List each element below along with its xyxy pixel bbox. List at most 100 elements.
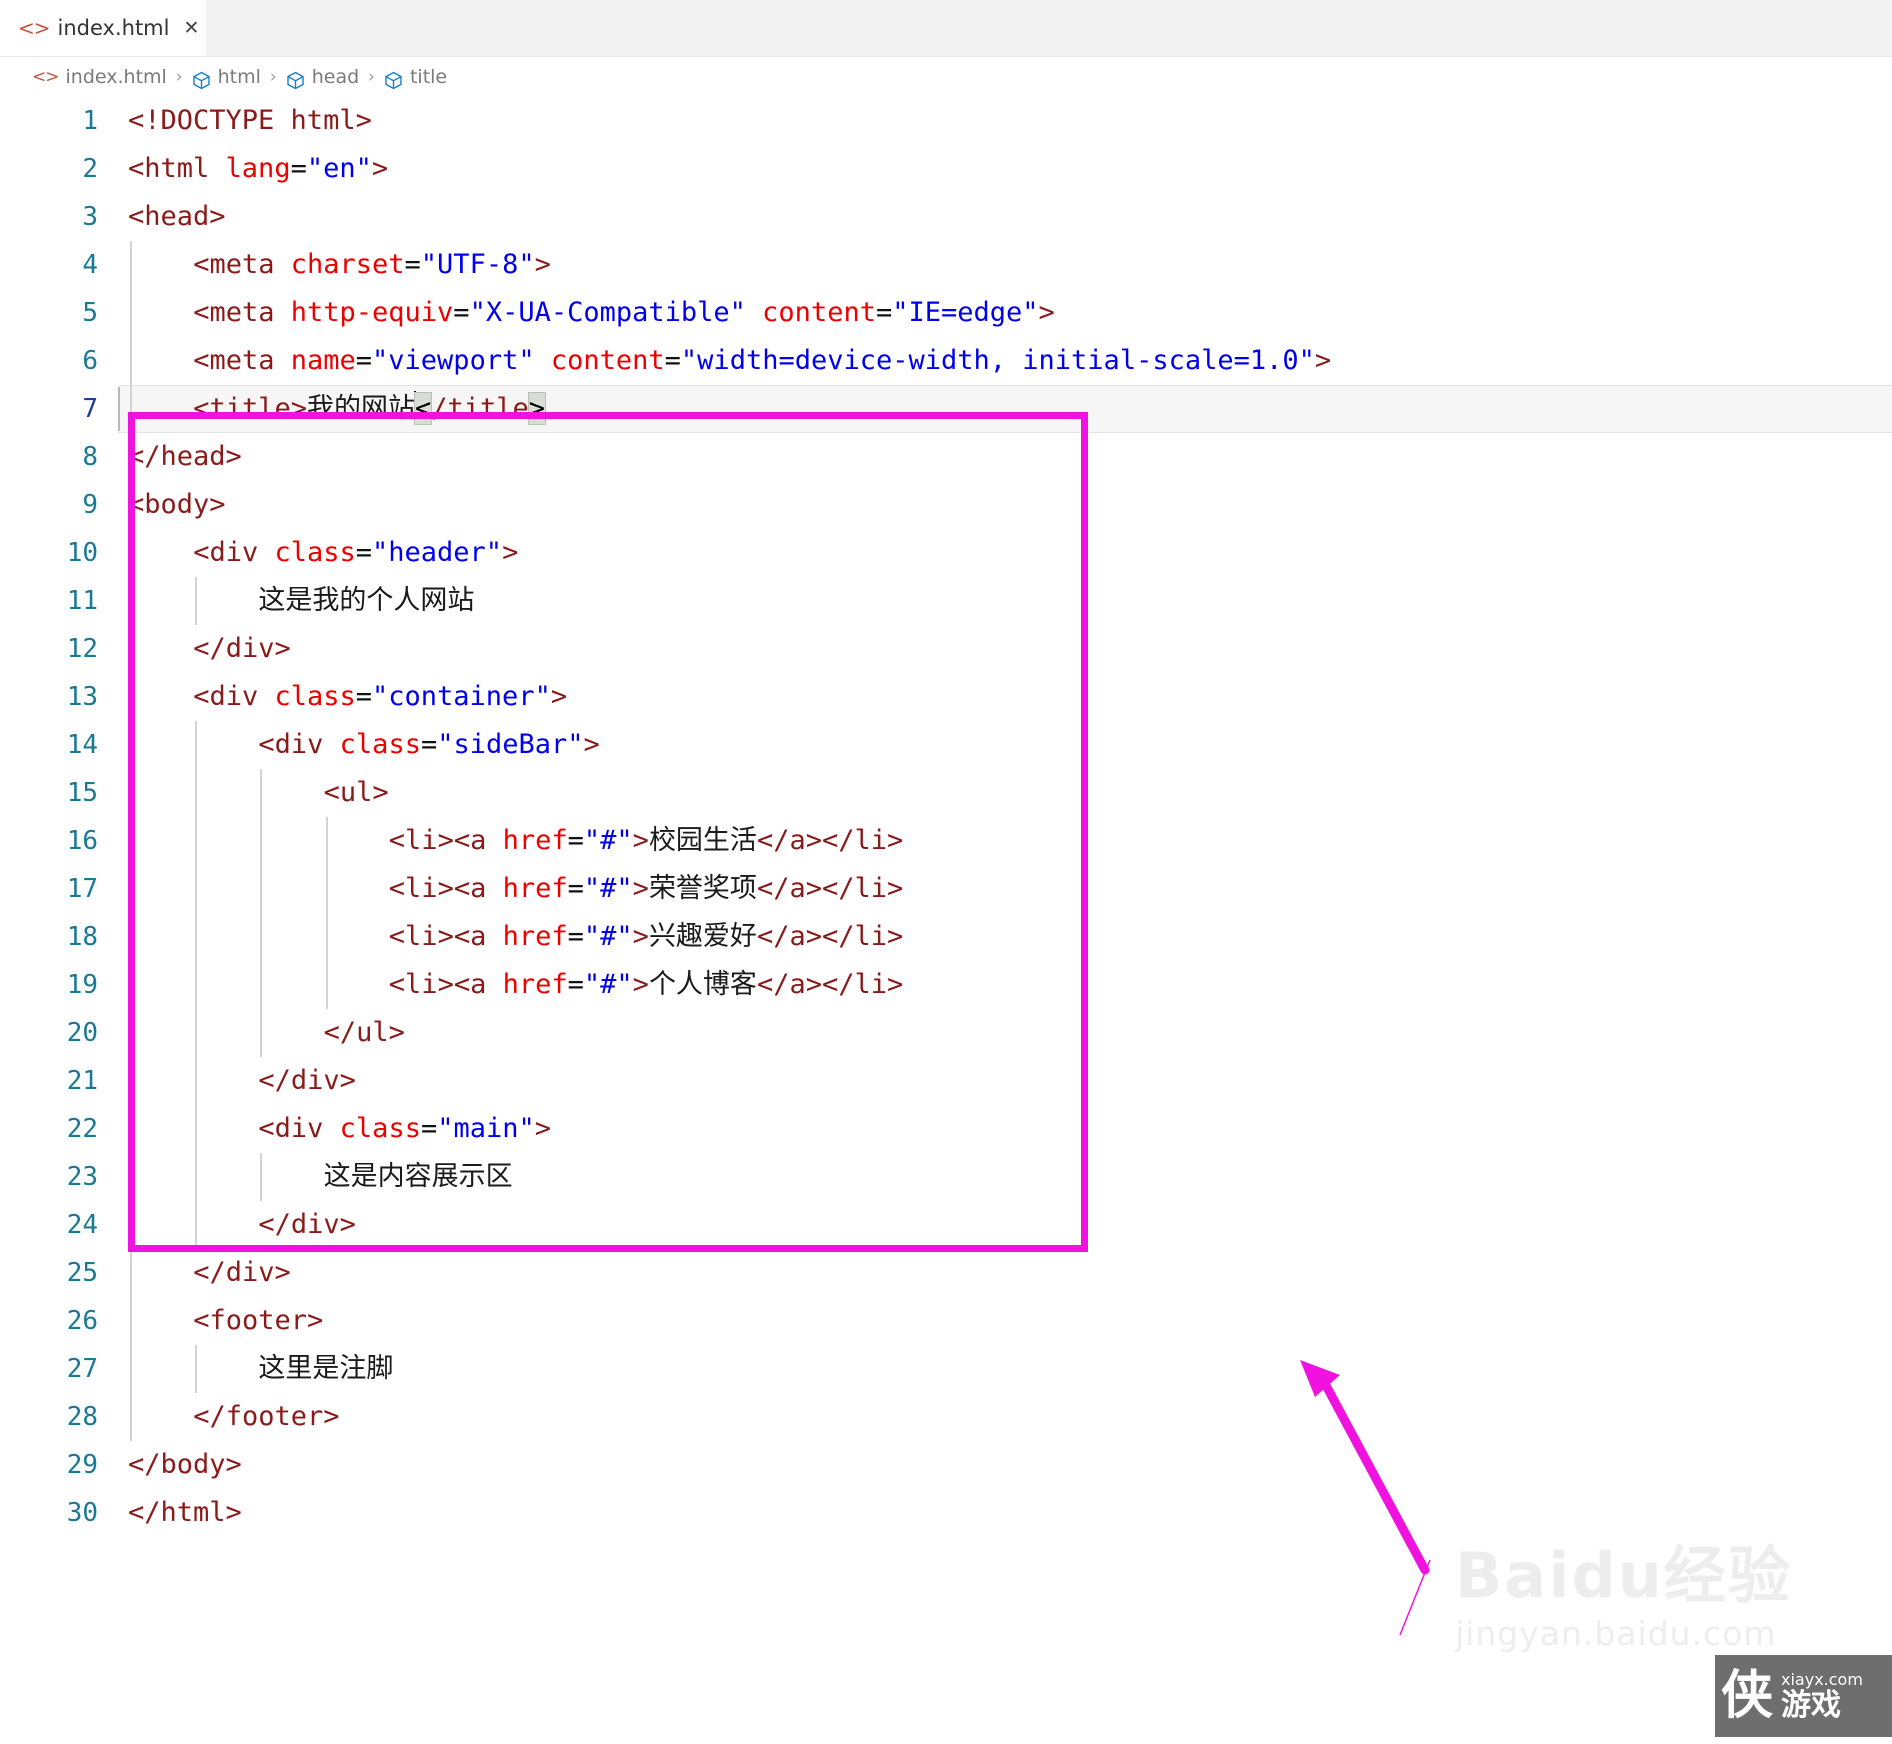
code-line[interactable]: 12 </div>	[0, 625, 1892, 673]
code-token-tag: >	[1038, 297, 1055, 328]
code-line[interactable]: 5 <meta http-equiv="X-UA-Compatible" cont…	[0, 289, 1892, 337]
code-token-eq: =	[567, 873, 584, 904]
code-line[interactable]: 21 </div>	[0, 1057, 1892, 1105]
code-text: </head>	[128, 433, 242, 481]
code-token-tag: >	[632, 825, 649, 856]
code-token-txt: 这里是注脚	[258, 1353, 394, 1384]
line-number: 23	[66, 1162, 98, 1192]
indent-guide	[260, 1153, 263, 1201]
code-line[interactable]: 2 <html lang="en">	[0, 145, 1892, 193]
indent-guide	[195, 721, 198, 769]
code-text: <li><a href="#">个人博客</a></li>	[389, 961, 903, 1009]
breadcrumb-item-head[interactable]: head	[312, 66, 359, 88]
code-line[interactable]: 18 <li><a href="#">兴趣爱好</a></li>	[0, 913, 1892, 961]
code-line[interactable]: 13 <div class="container">	[0, 673, 1892, 721]
indent-guide	[260, 961, 263, 1009]
close-icon[interactable]: ✕	[183, 17, 199, 39]
code-token-tag: </a></li>	[756, 969, 904, 1000]
code-token-txt: 荣誉奖项	[648, 873, 757, 904]
code-line[interactable]: 30 </html>	[0, 1489, 1892, 1537]
code-token-tag: <div	[193, 681, 275, 712]
line-number: 8	[82, 442, 98, 472]
line-number: 12	[66, 634, 98, 664]
indent-guide	[130, 673, 132, 721]
line-number: 29	[66, 1450, 98, 1480]
indent-guide	[130, 1201, 132, 1249]
code-line[interactable]: 11 这是我的个人网站	[0, 577, 1892, 625]
code-token-tag: <meta	[193, 297, 291, 328]
code-line[interactable]: 3 <head>	[0, 193, 1892, 241]
code-token-brk: <	[413, 392, 433, 425]
breadcrumb-file[interactable]: index.html	[66, 66, 167, 88]
code-line[interactable]: 28 </footer>	[0, 1393, 1892, 1441]
indent-guide	[195, 1057, 198, 1105]
code-token-tag: >	[583, 729, 600, 760]
line-number: 30	[66, 1498, 98, 1528]
breadcrumb-item-html[interactable]: html	[218, 66, 261, 88]
code-token-txt: 这是我的个人网站	[258, 585, 475, 616]
line-number: 17	[66, 874, 98, 904]
code-line[interactable]: 26 <footer>	[0, 1297, 1892, 1345]
code-text: <ul>	[324, 769, 389, 817]
breadcrumb-item-title[interactable]: title	[410, 66, 447, 88]
line-number: 1	[82, 106, 98, 136]
code-line[interactable]: 29 </body>	[0, 1441, 1892, 1489]
code-editor[interactable]: 1 <!DOCTYPE html> 2 <html lang="en"> 3 <head>…	[0, 97, 1892, 1737]
code-line[interactable]: 4 <meta charset="UTF-8">	[0, 241, 1892, 289]
code-text: </body>	[128, 1441, 242, 1489]
indent-guide	[325, 913, 328, 961]
code-line[interactable]: 7 <title>我的网站</title>	[0, 385, 1892, 433]
code-line[interactable]: 14 <div class="sideBar">	[0, 721, 1892, 769]
code-token-tag: </html>	[128, 1497, 242, 1528]
code-line[interactable]: 22 <div class="main">	[0, 1105, 1892, 1153]
code-line[interactable]: 1 <!DOCTYPE html>	[0, 97, 1892, 145]
code-text: </div>	[193, 1249, 291, 1297]
indent-guide	[130, 865, 132, 913]
code-token-str: "width=device-width, initial-scale=1.0"	[680, 345, 1315, 376]
code-line[interactable]: 9 <body>	[0, 481, 1892, 529]
line-number: 7	[82, 394, 98, 424]
code-line[interactable]: 10 <div class="header">	[0, 529, 1892, 577]
code-text: <!DOCTYPE html>	[128, 97, 372, 145]
code-line[interactable]: 16 <li><a href="#">校园生活</a></li>	[0, 817, 1892, 865]
code-token-tag: <meta	[193, 249, 291, 280]
code-token-tag: <div	[258, 1113, 340, 1144]
code-token-tag: <meta	[193, 345, 291, 376]
code-lines: 1 <!DOCTYPE html> 2 <html lang="en"> 3 <head>…	[0, 97, 1892, 1537]
code-line[interactable]: 20 </ul>	[0, 1009, 1892, 1057]
code-token-tag: </a></li>	[756, 921, 904, 952]
code-token-eq: =	[664, 345, 681, 376]
code-line[interactable]: 24 </div>	[0, 1201, 1892, 1249]
code-line[interactable]: 27 这里是注脚	[0, 1345, 1892, 1393]
code-line[interactable]: 6 <meta name="viewport" content="width=de…	[0, 337, 1892, 385]
breadcrumb-separator: ›	[269, 67, 277, 87]
code-token-eq: =	[453, 297, 470, 328]
code-line[interactable]: 17 <li><a href="#">荣誉奖项</a></li>	[0, 865, 1892, 913]
indent-guide	[195, 1105, 198, 1153]
code-line[interactable]: 8 </head>	[0, 433, 1892, 481]
code-token-str: "#"	[583, 969, 633, 1000]
code-token-eq: =	[355, 537, 373, 568]
code-token-tag: <li><a	[388, 825, 503, 856]
indent-guide	[130, 1345, 132, 1393]
code-line[interactable]: 15 <ul>	[0, 769, 1892, 817]
code-text: </div>	[258, 1201, 356, 1249]
indent-guide	[130, 721, 132, 769]
line-number: 18	[66, 922, 98, 952]
line-number: 2	[82, 154, 98, 184]
code-text: 这里是注脚	[258, 1345, 393, 1393]
line-number: 11	[66, 586, 98, 616]
line-number: 13	[66, 682, 98, 712]
indent-guide	[130, 1393, 132, 1441]
indent-guide	[325, 865, 328, 913]
indent-guide	[195, 1153, 198, 1201]
indent-guide	[130, 769, 132, 817]
code-token-str: "viewport"	[372, 345, 535, 376]
code-line[interactable]: 23 这是内容展示区	[0, 1153, 1892, 1201]
code-line[interactable]: 25 </div>	[0, 1249, 1892, 1297]
code-line[interactable]: 19 <li><a href="#">个人博客</a></li>	[0, 961, 1892, 1009]
tab-index-html[interactable]: <> index.html ✕	[0, 0, 206, 56]
code-token-str: "header"	[372, 537, 503, 568]
indent-guide	[195, 577, 198, 625]
